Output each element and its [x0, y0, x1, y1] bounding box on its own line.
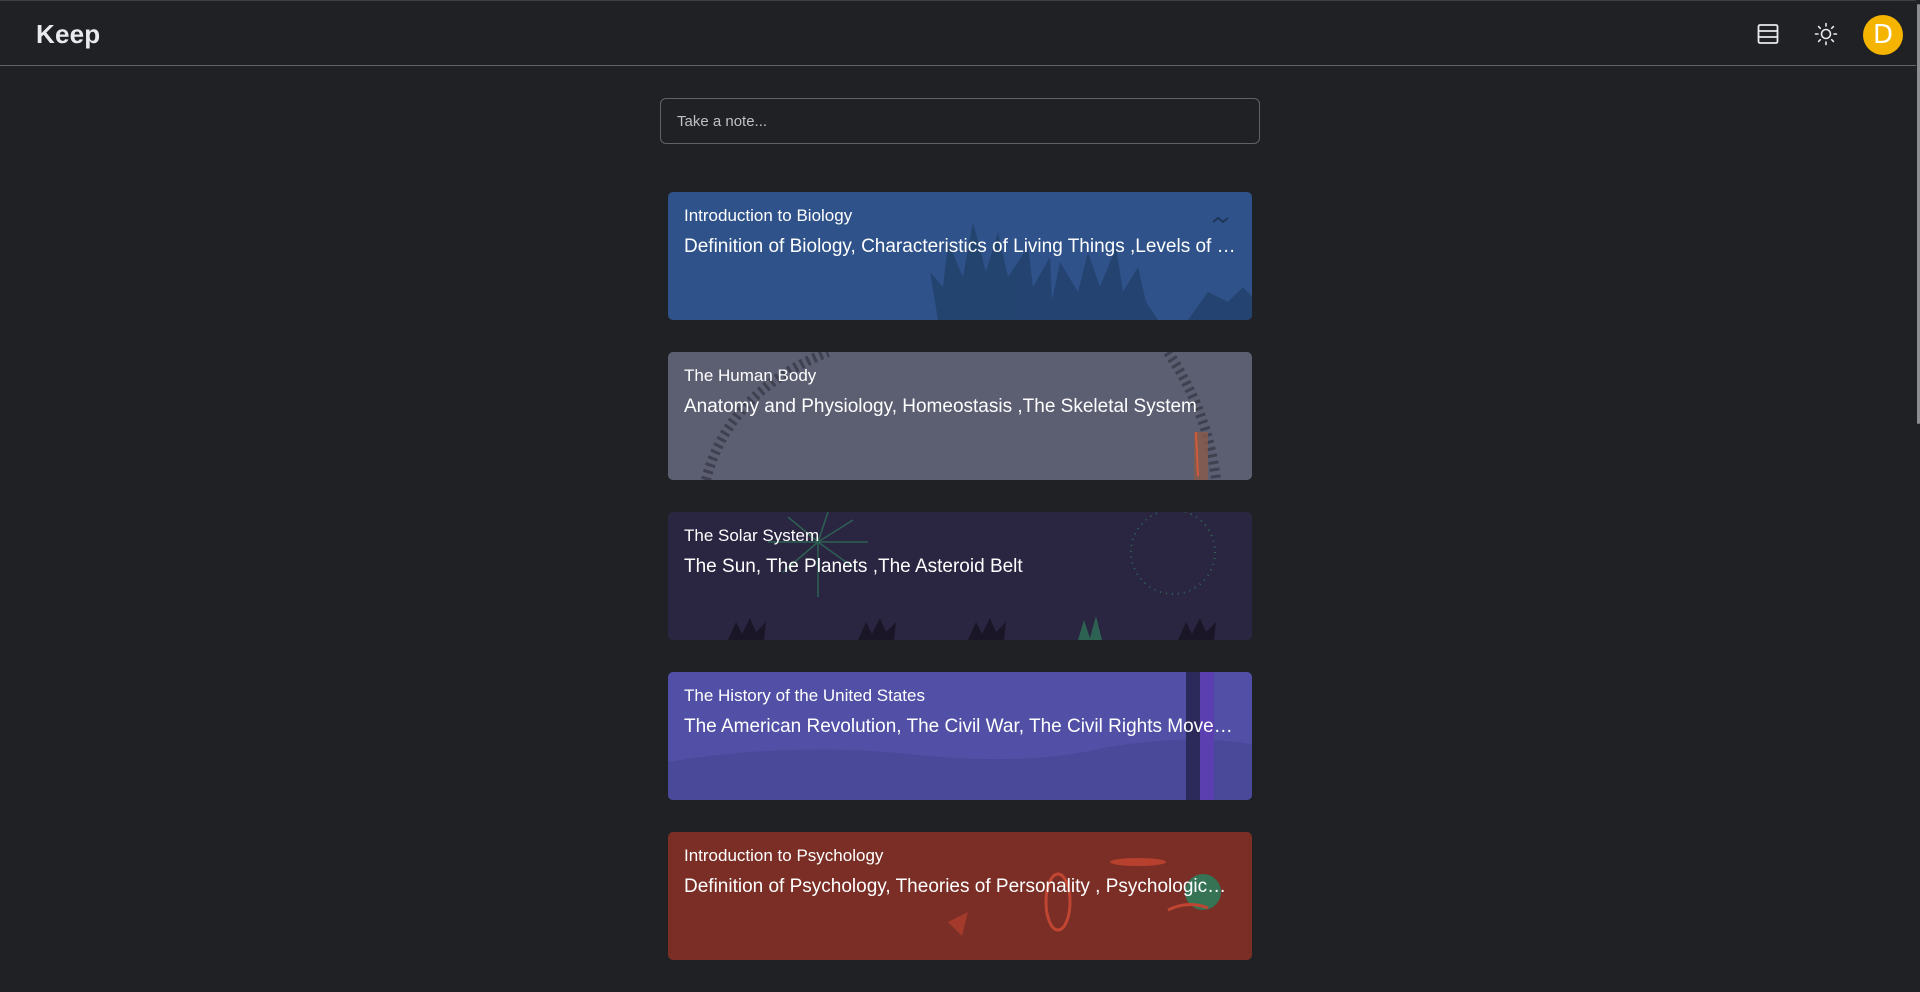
note-body: The Sun, The Planets ,The Asteroid Belt	[684, 556, 1023, 577]
list-layout-icon[interactable]	[1751, 17, 1785, 51]
take-note-input[interactable]	[661, 99, 1259, 143]
top-bar: Keep D	[0, 0, 1920, 66]
note-title: The Solar System	[684, 526, 820, 545]
note-card[interactable]: The History of the United States The Ame…	[668, 672, 1252, 800]
note-body: Anatomy and Physiology, Homeostasis ,The…	[684, 396, 1197, 417]
note-body: Definition of Biology, Characteristics o…	[684, 236, 1236, 257]
note-title: Introduction to Biology	[684, 206, 853, 225]
note-composer[interactable]	[660, 98, 1260, 144]
note-card[interactable]: Introduction to Biology Definition of Bi…	[668, 192, 1252, 320]
note-body: The American Revolution, The Civil War, …	[684, 716, 1236, 737]
note-card[interactable]: The Solar System The Sun, The Planets ,T…	[668, 512, 1252, 640]
avatar[interactable]: D	[1863, 15, 1903, 55]
note-card[interactable]: Introduction to Psychology Definition of…	[668, 832, 1252, 960]
scrollbar[interactable]	[1916, 0, 1920, 924]
note-card[interactable]: The Human Body Anatomy and Physiology, H…	[668, 352, 1252, 480]
note-title: Introduction to Psychology	[684, 846, 884, 865]
sun-icon[interactable]	[1809, 17, 1843, 51]
note-title: The Human Body	[684, 366, 817, 385]
notes-list: Introduction to Biology Definition of Bi…	[668, 192, 1252, 992]
note-body: Definition of Psychology, Theories of Pe…	[684, 876, 1236, 897]
note-title: The History of the United States	[684, 686, 925, 705]
app-title: Keep	[36, 19, 101, 49]
